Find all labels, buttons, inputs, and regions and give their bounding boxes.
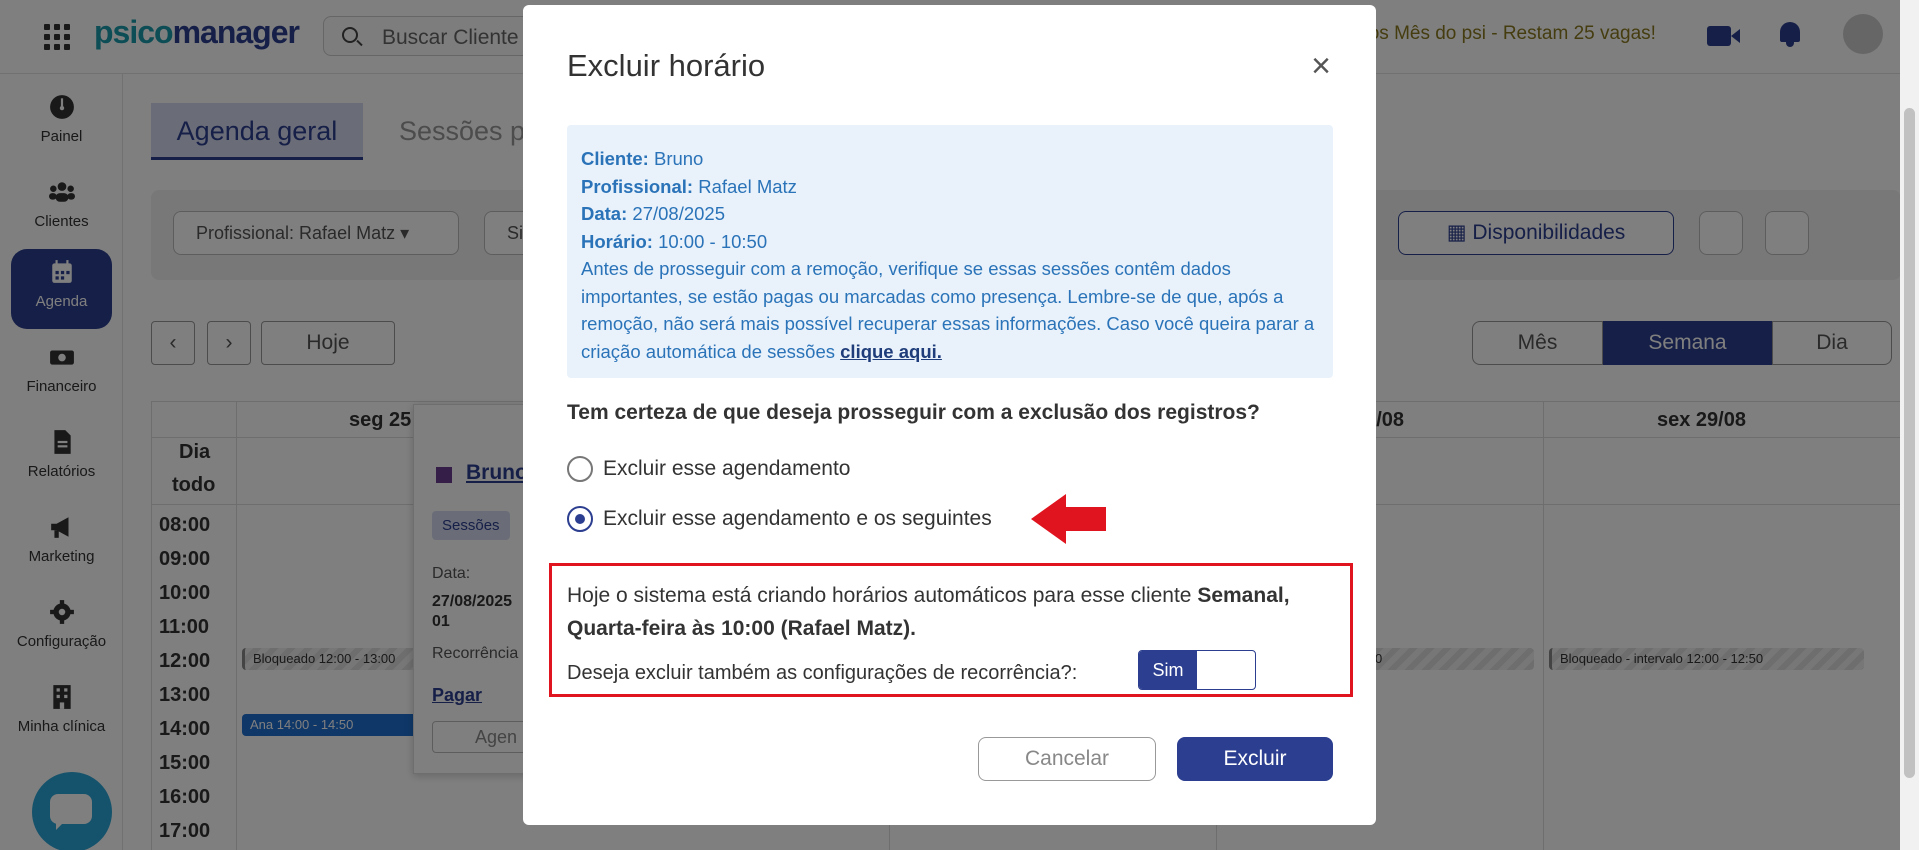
appointment-info-box: Cliente: Bruno Profissional: Rafael Matz…	[567, 125, 1333, 378]
time-label: Horário:	[581, 230, 653, 252]
red-arrow-icon	[1031, 494, 1106, 544]
cancel-button[interactable]: Cancelar	[978, 737, 1156, 781]
time-value: 10:00 - 10:50	[658, 230, 768, 252]
date-label: Data:	[581, 203, 628, 224]
recurrence-notice-prefix: Hoje o sistema está criando horários aut…	[567, 584, 1198, 607]
recurrence-toggle[interactable]: Sim	[1138, 650, 1256, 690]
professional-value: Rafael Matz	[698, 175, 797, 197]
client-value: Bruno	[653, 148, 704, 169]
recurrence-question: Deseja excluir também as configurações d…	[567, 662, 1078, 684]
stop-recurrence-link[interactable]: clique aqui.	[840, 341, 942, 362]
professional-label: Profissional:	[581, 175, 694, 197]
radio-delete-single[interactable]	[567, 456, 593, 482]
radio-delete-single-label[interactable]: Excluir esse agendamento	[603, 457, 850, 481]
radio-delete-following[interactable]	[567, 506, 593, 532]
scrollbar-thumb[interactable]	[1904, 108, 1915, 778]
delete-schedule-modal: Excluir horário × Cliente: Bruno Profiss…	[523, 5, 1376, 825]
client-label: Cliente:	[581, 148, 649, 169]
radio-delete-following-label[interactable]: Excluir esse agendamento e os seguintes	[603, 507, 992, 531]
delete-button[interactable]: Excluir	[1177, 737, 1333, 781]
app-root: psicomanager Buscar Cliente cios Mês do …	[0, 0, 1919, 850]
date-value: 27/08/2025	[632, 203, 725, 224]
close-icon[interactable]: ×	[1306, 49, 1336, 83]
confirm-question: Tem certeza de que deseja prosseguir com…	[567, 401, 1260, 424]
warning-text: Antes de prosseguir com a remoção, verif…	[581, 258, 1315, 362]
toggle-on-label: Sim	[1139, 651, 1197, 689]
scrollbar[interactable]	[1900, 0, 1919, 850]
modal-title: Excluir horário	[567, 48, 766, 83]
recurrence-notice: Hoje o sistema está criando horários aut…	[567, 579, 1337, 645]
recurrence-warning-box: Hoje o sistema está criando horários aut…	[549, 563, 1353, 697]
